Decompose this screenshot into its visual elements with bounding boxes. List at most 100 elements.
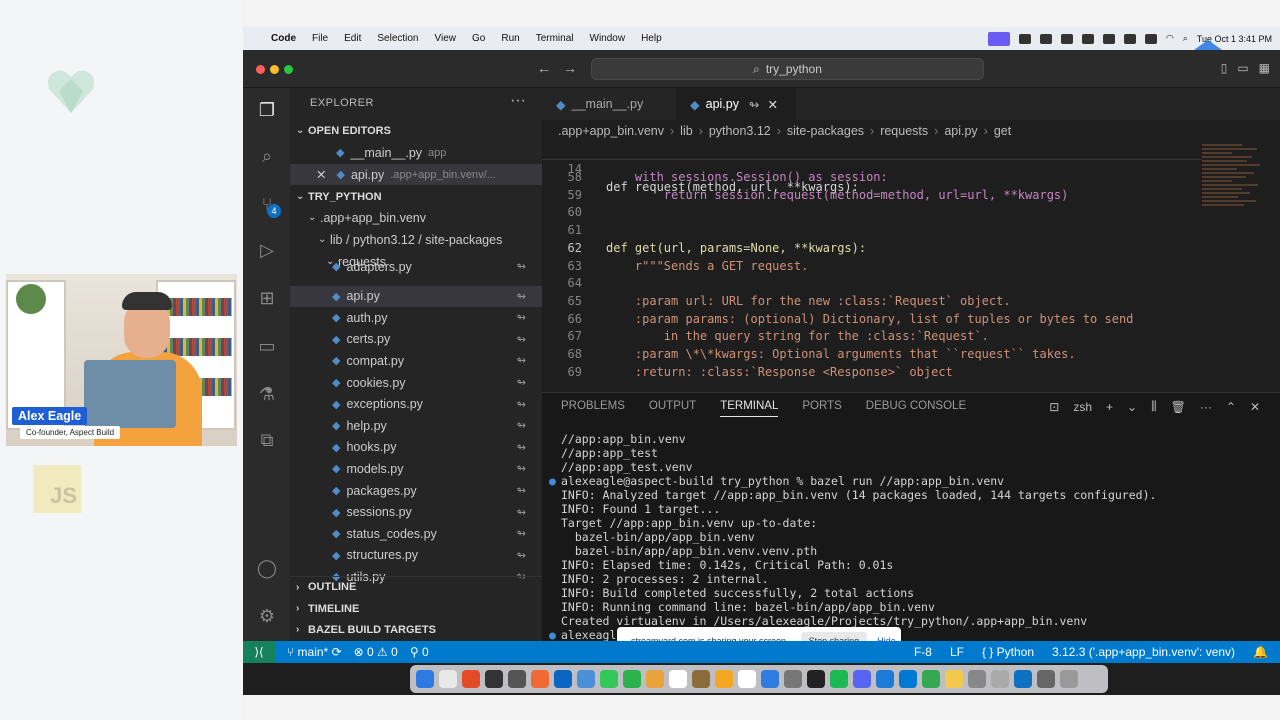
breadcrumb-item[interactable]: get [994,124,1011,138]
dock-app-icon[interactable] [531,670,549,688]
account-icon[interactable]: ◯ [255,556,279,580]
command-decoration-icon[interactable]: ● [549,628,556,642]
breadcrumb-item[interactable]: requests [880,124,928,138]
dock-app-icon[interactable] [416,670,434,688]
dock-app-icon[interactable] [715,670,733,688]
file-item[interactable]: ◆ models.py ↬ [290,458,542,479]
tray-icon[interactable] [1018,33,1031,44]
search-icon[interactable]: ⌕ [255,144,279,168]
dock-app-icon[interactable] [600,670,618,688]
remote-explorer-icon[interactable]: ▭ [255,334,279,358]
menu-view[interactable]: View [435,33,457,44]
minimap[interactable] [1202,142,1262,362]
open-editor-item[interactable]: ◆ __main__.py app [290,142,542,163]
extensions-icon[interactable]: ⊞ [255,286,279,310]
close-panel-icon[interactable]: ✕ [1250,400,1260,414]
dock-app-icon[interactable] [669,670,687,688]
dock-app-icon[interactable] [646,670,664,688]
forward-arrow-icon[interactable]: → [563,60,577,76]
dock-app-icon[interactable] [508,670,526,688]
file-item[interactable]: ◆ structures.py ↬ [290,545,542,566]
dock-app-icon[interactable] [899,670,917,688]
file-item[interactable]: ◆ hooks.py ↬ [290,437,542,458]
encoding-indicator[interactable]: F-8 [914,645,932,659]
file-item[interactable]: ◆ certs.py ↬ [290,329,542,350]
dock-app-icon[interactable] [945,670,963,688]
problems-indicator[interactable]: ⊗ 0 ⚠ 0 [354,645,398,659]
breadcrumb-item[interactable]: api.py [944,124,977,138]
file-item[interactable]: ◆ cookies.py ↬ [290,372,542,393]
tray-icon[interactable] [1123,33,1136,44]
dock-app-icon[interactable] [577,670,595,688]
dock-app-icon[interactable] [554,670,572,688]
close-icon[interactable]: ✕ [767,97,777,112]
sticky-scroll-line[interactable]: 14 def request(method, url, **kwargs): [542,142,1202,194]
dock-app-icon[interactable] [968,670,986,688]
tree-folder[interactable]: ⌄ lib / python3.12 / site-packages [290,229,542,250]
project-section[interactable]: ⌄ TRY_PYTHON [290,186,542,207]
tab-api-py[interactable]: ◆ api.py ↬ ✕ [676,88,796,120]
menu-go[interactable]: Go [472,33,485,44]
toggle-panel-icon[interactable]: ▭ [1237,61,1248,75]
bazel-targets-section[interactable]: › BAZEL BUILD TARGETS [290,619,542,640]
bazel-icon[interactable]: ⧉ [255,428,279,452]
close-icon[interactable]: ✕ [316,167,326,182]
dock-app-icon[interactable] [991,670,1009,688]
dock-app-icon[interactable] [830,670,848,688]
split-terminal-icon[interactable]: ⫼ [1151,399,1157,414]
breadcrumb-item[interactable]: site-packages [787,124,864,138]
menu-selection[interactable]: Selection [377,33,418,44]
breadcrumb-item[interactable]: lib [680,124,693,138]
chevron-down-icon[interactable]: ⌄ [1127,400,1137,414]
maximize-panel-icon[interactable]: ⌃ [1226,400,1236,414]
eol-indicator[interactable]: LF [950,645,964,659]
interpreter-indicator[interactable]: 3.12.3 ('.app+app_bin.venv': venv) [1052,645,1235,659]
gear-icon[interactable]: ⚙ [255,604,279,628]
dock-app-icon[interactable] [692,670,710,688]
tab-main-py[interactable]: ◆ __main__.py [542,88,676,120]
file-item[interactable]: ◆ compat.py ↬ [290,350,542,371]
battery-icon[interactable] [1144,33,1157,44]
dock-app-icon[interactable] [623,670,641,688]
tab-problems[interactable]: PROBLEMS [561,400,625,417]
remote-indicator-icon[interactable]: ⟩⟨ [243,641,275,663]
language-indicator[interactable]: { } Python [982,645,1034,659]
tray-icon[interactable] [1039,33,1052,44]
open-editors-section[interactable]: ⌄ OPEN EDITORS [290,120,542,141]
command-decoration-icon[interactable]: ● [549,474,556,488]
wifi-icon[interactable]: ◠ [1166,33,1174,44]
screen-share-icon[interactable] [987,31,1010,46]
dock-app-icon[interactable] [853,670,871,688]
tree-folder[interactable]: ⌄ .app+app_bin.venv [290,207,542,228]
code-editor[interactable]: 14 def request(method, url, **kwargs): 5… [542,142,1280,387]
dock-app-icon[interactable] [1037,670,1055,688]
new-terminal-icon[interactable]: + [1106,400,1113,414]
tab-output[interactable]: OUTPUT [649,400,696,417]
more-actions-icon[interactable]: ··· [1200,400,1212,414]
file-item[interactable]: ◆ packages.py ↬ [290,480,542,501]
branch-indicator[interactable]: ⑂ main* ⟳ [287,645,342,659]
menu-run[interactable]: Run [501,33,519,44]
customize-layout-icon[interactable]: ▦ [1259,61,1270,75]
trash-icon[interactable]: 🗑 [1171,400,1186,414]
terminal-shell-name[interactable]: zsh [1073,400,1092,414]
toggle-sidebar-icon[interactable]: ▯ [1221,61,1228,75]
menu-window[interactable]: Window [590,33,626,44]
testing-icon[interactable]: ⚗ [255,382,279,406]
dock-app-icon[interactable] [738,670,756,688]
dock-app-icon[interactable] [761,670,779,688]
dock-app-icon[interactable] [1060,670,1078,688]
tray-icon[interactable] [1081,33,1094,44]
breadcrumb-item[interactable]: python3.12 [709,124,771,138]
dock-app-icon[interactable] [1014,670,1032,688]
tab-terminal[interactable]: TERMINAL [720,400,779,417]
bell-icon[interactable]: 🔔 [1253,645,1268,659]
dock-app-icon[interactable] [807,670,825,688]
breadcrumb-item[interactable]: .app+app_bin.venv [558,124,664,138]
menu-help[interactable]: Help [641,33,662,44]
timeline-section[interactable]: › TIMELINE [290,598,542,619]
file-item[interactable]: ◆ auth.py ↬ [290,307,542,328]
dock-app-icon[interactable] [485,670,503,688]
tray-icon[interactable] [1102,33,1115,44]
file-item[interactable]: ◆ api.py ↬ [290,285,542,307]
